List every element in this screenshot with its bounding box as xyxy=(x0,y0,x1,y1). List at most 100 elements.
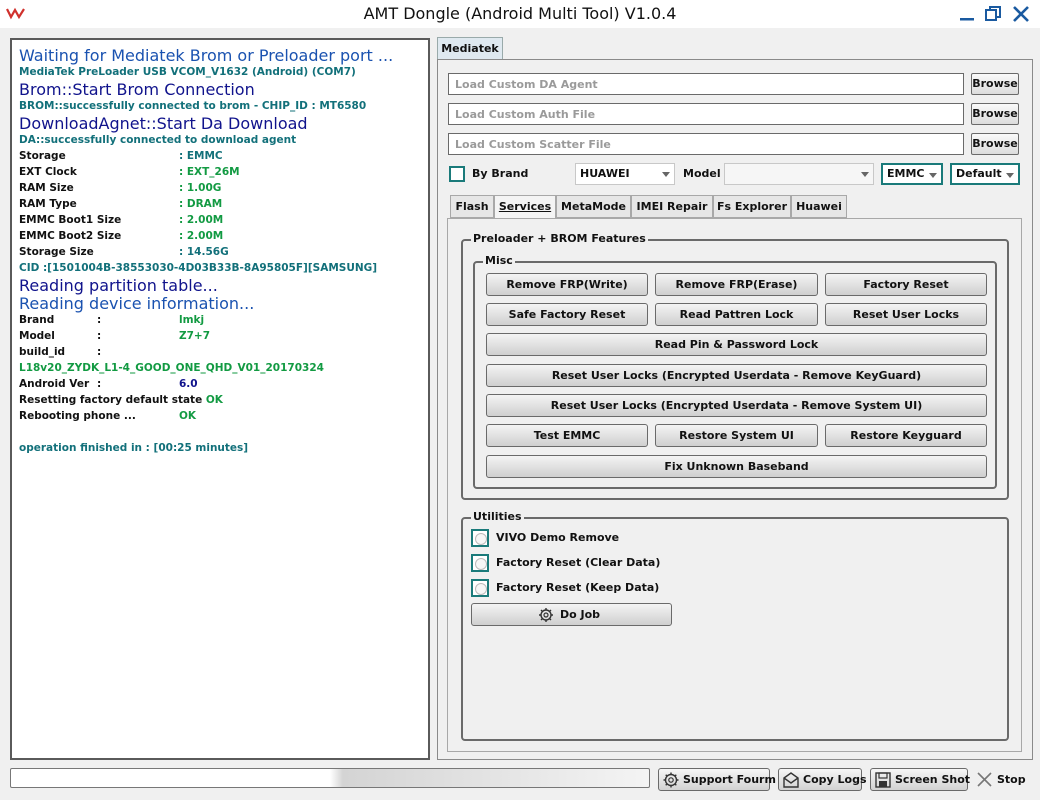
chevron-down-icon xyxy=(929,173,937,178)
log-brom-ok: BROM::successfully connected to brom - C… xyxy=(19,100,367,112)
vivo-demo-radio[interactable] xyxy=(471,529,489,547)
by-brand-checkbox[interactable] xyxy=(449,166,465,182)
gear-icon xyxy=(663,772,679,788)
chevron-down-icon xyxy=(861,172,869,177)
log-brom-start: Brom::Start Brom Connection xyxy=(19,80,255,99)
log-build-value: L18v20_ZYDK_L1-4_GOOD_ONE_QHD_V01_201703… xyxy=(19,362,324,374)
auth-file-input[interactable] xyxy=(449,104,963,124)
stop-label: Stop xyxy=(997,773,1026,786)
log-reading-device: Reading device information... xyxy=(19,294,255,313)
close-icon xyxy=(1013,6,1029,22)
da-agent-field[interactable] xyxy=(448,73,964,95)
log-spec: RAM Size: 1.00G xyxy=(19,182,222,194)
scatter-file-input[interactable] xyxy=(449,134,963,154)
reset-keyguard-button[interactable]: Reset User Locks (Encrypted Userdata - R… xyxy=(486,364,987,387)
minimize-icon xyxy=(960,18,974,21)
log-finished: operation finished in : [00:25 minutes] xyxy=(19,442,249,454)
stop-button[interactable]: Stop xyxy=(974,768,1030,791)
log-spec: EXT Clock: EXT_26M xyxy=(19,166,240,178)
log-android-ver: Android Ver:6.0 xyxy=(19,378,198,390)
scatter-file-field[interactable] xyxy=(448,133,964,155)
tab-fs-explorer[interactable]: Fs Explorer xyxy=(713,195,791,218)
screen-shot-button[interactable]: Screen Shot xyxy=(870,768,970,791)
browse-auth-button[interactable]: Browse xyxy=(971,103,1019,125)
model-select[interactable] xyxy=(724,163,874,185)
support-forum-label: Support Fourm xyxy=(683,773,776,786)
log-port: MediaTek PreLoader USB VCOM_V1632 (Andro… xyxy=(19,66,356,78)
reset-user-locks-button[interactable]: Reset User Locks xyxy=(825,303,987,326)
tab-metamode[interactable]: MetaMode xyxy=(556,195,631,218)
log-reading-partition: Reading partition table... xyxy=(19,276,218,295)
minimize-button[interactable] xyxy=(956,3,978,25)
save-icon xyxy=(875,772,891,788)
log-da-start: DownloadAgnet::Start Da Download xyxy=(19,114,308,133)
read-pattren-lock-button[interactable]: Read Pattren Lock xyxy=(655,303,818,326)
safe-factory-reset-button[interactable]: Safe Factory Reset xyxy=(486,303,648,326)
title-bar: AMT Dongle (Android Multi Tool) V1.0.4 xyxy=(0,0,1040,28)
remove-frp-write-button[interactable]: Remove FRP(Write) xyxy=(486,273,648,296)
browse-da-button[interactable]: Browse xyxy=(971,73,1019,95)
storage-select-value: EMMC xyxy=(887,167,925,180)
envelope-icon xyxy=(783,772,799,788)
log-brand: Brand: lmkj xyxy=(19,314,205,326)
brand-select[interactable]: HUAWEI xyxy=(575,163,675,185)
close-icon xyxy=(977,772,992,787)
brand-select-value: HUAWEI xyxy=(580,167,630,180)
test-emmc-button[interactable]: Test EMMC xyxy=(486,424,648,447)
da-agent-input[interactable] xyxy=(449,74,963,94)
factory-reset-button[interactable]: Factory Reset xyxy=(825,273,987,296)
storage-select[interactable]: EMMC xyxy=(881,163,943,185)
log-model: Model: Z7+7 xyxy=(19,330,211,342)
copy-logs-label: Copy Logs xyxy=(803,773,867,786)
services-panel: Preloader + BROM Features Misc Remove FR… xyxy=(447,218,1022,752)
restore-system-ui-button[interactable]: Restore System UI xyxy=(655,424,818,447)
log-spec: RAM Type: DRAM xyxy=(19,198,223,210)
log-waiting: Waiting for Mediatek Brom or Preloader p… xyxy=(19,46,394,65)
factory-reset-keep-radio[interactable] xyxy=(471,579,489,597)
mode-select[interactable]: Default xyxy=(950,163,1020,185)
tab-flash[interactable]: Flash xyxy=(450,195,494,218)
preloader-brom-group: Preloader + BROM Features Misc Remove FR… xyxy=(461,232,1009,500)
do-job-label: Do Job xyxy=(560,608,601,621)
tab-mediatek[interactable]: Mediatek xyxy=(437,37,503,60)
vivo-demo-label: VIVO Demo Remove xyxy=(496,531,620,544)
tab-imei-repair[interactable]: IMEI Repair xyxy=(631,195,713,218)
log-spec: Storage Size: 14.56G xyxy=(19,246,229,258)
model-label: Model xyxy=(683,167,721,180)
copy-logs-button[interactable]: Copy Logs xyxy=(778,768,867,791)
support-forum-button[interactable]: Support Fourm xyxy=(658,768,776,791)
by-brand-label: By Brand xyxy=(472,167,529,180)
read-pin-password-button[interactable]: Read Pin & Password Lock xyxy=(486,333,987,356)
maximize-button[interactable] xyxy=(982,3,1004,25)
tab-huawei[interactable]: Huawei xyxy=(791,195,847,218)
factory-reset-clear-radio[interactable] xyxy=(471,554,489,572)
factory-reset-clear-label: Factory Reset (Clear Data) xyxy=(496,556,661,569)
progress-bar xyxy=(10,768,650,788)
log-spec: Storage: EMMC xyxy=(19,150,223,162)
factory-reset-keep-label: Factory Reset (Keep Data) xyxy=(496,581,660,594)
log-reboot: Rebooting phone ... OK xyxy=(19,410,197,422)
chevron-down-icon xyxy=(1006,173,1014,178)
restore-keyguard-button[interactable]: Restore Keyguard xyxy=(825,424,987,447)
auth-file-field[interactable] xyxy=(448,103,964,125)
gear-icon xyxy=(539,608,553,622)
preloader-brom-title: Preloader + BROM Features xyxy=(471,232,648,245)
mode-select-value: Default xyxy=(956,167,1002,180)
reset-systemui-button[interactable]: Reset User Locks (Encrypted Userdata - R… xyxy=(486,394,987,417)
tab-services[interactable]: Services xyxy=(494,195,556,219)
utilities-group: Utilities VIVO Demo Remove Factory Reset… xyxy=(461,510,1009,741)
utilities-title: Utilities xyxy=(471,510,524,523)
do-job-button[interactable]: Do Job xyxy=(471,603,672,626)
remove-frp-erase-button[interactable]: Remove FRP(Erase) xyxy=(655,273,818,296)
log-reset: Resetting factory default state OK xyxy=(19,394,223,406)
fix-baseband-button[interactable]: Fix Unknown Baseband xyxy=(486,455,987,478)
misc-group: Misc Remove FRP(Write) Remove FRP(Erase)… xyxy=(473,254,997,489)
close-button[interactable] xyxy=(1010,3,1032,25)
log-spec: EMMC Boot1 Size: 2.00M xyxy=(19,214,224,226)
log-da-ok: DA::successfully connected to download a… xyxy=(19,134,297,146)
browse-scatter-button[interactable]: Browse xyxy=(971,133,1019,155)
chevron-down-icon xyxy=(662,172,670,177)
log-panel[interactable]: Waiting for Mediatek Brom or Preloader p… xyxy=(10,38,430,760)
restore-icon xyxy=(985,6,1001,21)
log-cid: CID :[1501004B-38553030-4D03B33B-8A95805… xyxy=(19,262,378,274)
